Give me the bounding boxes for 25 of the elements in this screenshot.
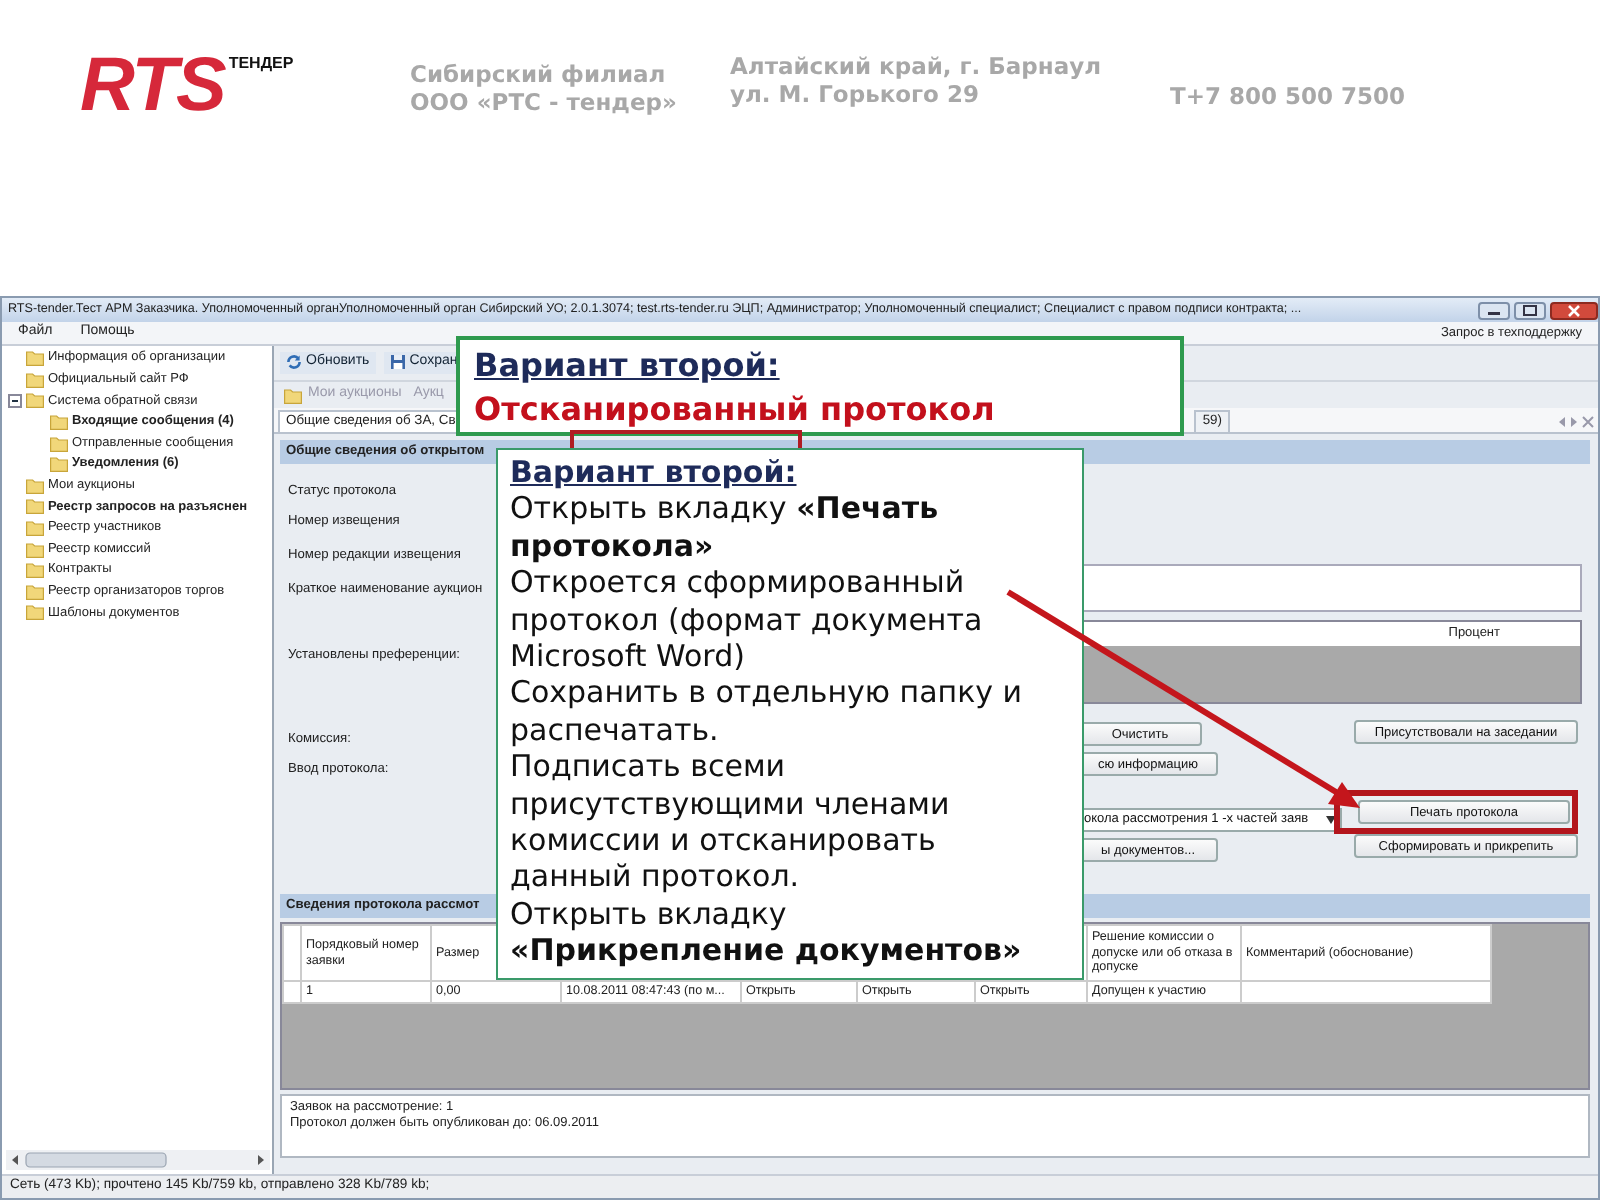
close-icon[interactable] [1550,301,1598,319]
maximize-icon[interactable] [1514,301,1546,319]
logo-tagline: ТЕНДЕР [228,56,294,72]
scroll-left-icon[interactable] [1558,416,1566,428]
instruction-text: Откроется сформированный протокол (формат документа Microsoft Word) [510,564,985,675]
scroll-right-icon[interactable] [1570,416,1578,428]
callout-heading: Вариант второй: [474,344,780,388]
folder-icon [284,387,302,403]
minimize-icon[interactable] [1478,301,1510,319]
callout-subheading: Отсканированный протокол [474,388,995,432]
logo: RTS [80,48,225,124]
address-text: Алтайский край, г. Барнаул [730,52,1104,80]
collapse-icon[interactable] [8,393,22,408]
branch-text: Сибирский филиал [410,60,668,88]
caret-icon [1326,816,1336,824]
branch-text: ООО «РТС - тендер» [410,88,679,116]
refresh-icon [286,354,302,371]
text-area[interactable] [1078,564,1582,612]
instruction-text: Подписать всеми присутствующими членами комиссии и отсканировать данный протокол. [510,748,952,896]
horizontal-scrollbar[interactable] [6,1150,270,1170]
floppy-icon [389,354,406,371]
instruction-text: Открыть вкладку «Печать протокола» [510,490,941,565]
phone-text: Т+7 800 500 7500 [1170,82,1406,110]
instruction-text: Сохранить в отдельную папку и распечатать. [510,674,1025,749]
address-text: ул. М. Горького 29 [730,80,981,108]
